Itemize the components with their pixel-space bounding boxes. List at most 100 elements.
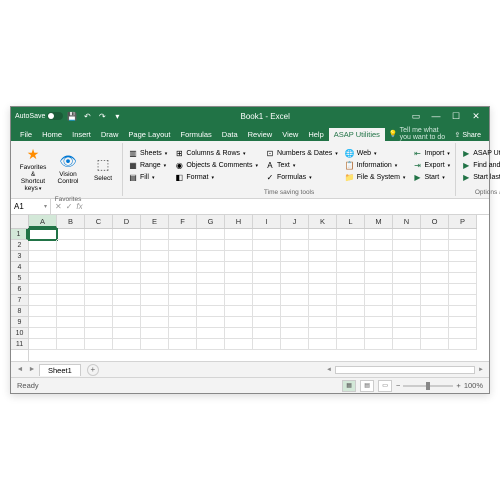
save-icon[interactable]: 💾 bbox=[66, 110, 78, 122]
cell[interactable] bbox=[309, 295, 337, 306]
column-header[interactable]: N bbox=[393, 215, 421, 228]
cell[interactable] bbox=[57, 306, 85, 317]
sheet-nav-next-icon[interactable]: ► bbox=[27, 366, 37, 373]
cell[interactable] bbox=[393, 339, 421, 350]
cell[interactable] bbox=[365, 339, 393, 350]
cell[interactable] bbox=[337, 306, 365, 317]
close-icon[interactable]: ✕ bbox=[467, 107, 485, 125]
information-button[interactable]: 📋Information▾ bbox=[343, 160, 408, 172]
tab-page-layout[interactable]: Page Layout bbox=[123, 128, 175, 141]
cell[interactable] bbox=[393, 262, 421, 273]
cell[interactable] bbox=[449, 273, 477, 284]
cell[interactable] bbox=[29, 273, 57, 284]
cell[interactable] bbox=[393, 306, 421, 317]
cell[interactable] bbox=[29, 328, 57, 339]
cell[interactable] bbox=[225, 306, 253, 317]
cell[interactable] bbox=[365, 328, 393, 339]
column-header[interactable]: K bbox=[309, 215, 337, 228]
autosave-toggle[interactable]: AutoSave bbox=[15, 112, 63, 120]
cell[interactable] bbox=[57, 229, 85, 240]
tab-home[interactable]: Home bbox=[37, 128, 67, 141]
cell[interactable] bbox=[113, 317, 141, 328]
horizontal-scrollbar[interactable] bbox=[101, 366, 485, 374]
cell[interactable] bbox=[57, 339, 85, 350]
cell[interactable] bbox=[225, 339, 253, 350]
cell[interactable] bbox=[449, 317, 477, 328]
zoom-level[interactable]: 100% bbox=[464, 381, 483, 390]
add-sheet-button[interactable]: + bbox=[87, 364, 99, 376]
row-header[interactable]: 1 bbox=[11, 229, 28, 240]
cell[interactable] bbox=[113, 240, 141, 251]
cell[interactable] bbox=[85, 295, 113, 306]
cell[interactable] bbox=[85, 328, 113, 339]
cell[interactable] bbox=[449, 284, 477, 295]
cell[interactable] bbox=[309, 273, 337, 284]
cell[interactable] bbox=[225, 295, 253, 306]
cell[interactable] bbox=[421, 251, 449, 262]
cell[interactable] bbox=[253, 229, 281, 240]
cell[interactable] bbox=[113, 295, 141, 306]
tab-insert[interactable]: Insert bbox=[67, 128, 96, 141]
cell[interactable] bbox=[169, 328, 197, 339]
cell[interactable] bbox=[253, 317, 281, 328]
objects-button[interactable]: ◉Objects & Comments▾ bbox=[172, 160, 260, 172]
cell[interactable] bbox=[393, 229, 421, 240]
cell[interactable] bbox=[113, 306, 141, 317]
find-run-button[interactable]: ▶Find and run a utility bbox=[459, 160, 500, 172]
cell[interactable] bbox=[421, 295, 449, 306]
column-header[interactable]: E bbox=[141, 215, 169, 228]
cell[interactable] bbox=[169, 295, 197, 306]
columns-rows-button[interactable]: ⊞Columns & Rows▾ bbox=[172, 148, 260, 160]
cell[interactable] bbox=[29, 295, 57, 306]
cell[interactable] bbox=[421, 262, 449, 273]
cell[interactable] bbox=[169, 306, 197, 317]
row-header[interactable]: 6 bbox=[11, 284, 28, 295]
cell[interactable] bbox=[337, 317, 365, 328]
cell[interactable] bbox=[253, 273, 281, 284]
start-button[interactable]: ▶Start▾ bbox=[410, 172, 452, 184]
row-header[interactable]: 2 bbox=[11, 240, 28, 251]
cell[interactable] bbox=[253, 306, 281, 317]
tab-formulas[interactable]: Formulas bbox=[176, 128, 217, 141]
cell[interactable] bbox=[29, 306, 57, 317]
cell[interactable] bbox=[281, 295, 309, 306]
tell-me-search[interactable]: 💡 Tell me what you want to do bbox=[389, 127, 451, 141]
cell[interactable] bbox=[365, 240, 393, 251]
cell[interactable] bbox=[141, 295, 169, 306]
cell[interactable] bbox=[421, 339, 449, 350]
cell[interactable] bbox=[449, 251, 477, 262]
cell[interactable] bbox=[449, 240, 477, 251]
column-header[interactable]: O bbox=[421, 215, 449, 228]
favorites-shortcut-button[interactable]: ★ Favorites & Shortcut keys▾ bbox=[17, 143, 49, 195]
column-header[interactable]: A bbox=[29, 215, 57, 228]
select-button[interactable]: ⬚ Select bbox=[87, 143, 119, 195]
format-button[interactable]: ◧Format▾ bbox=[172, 172, 260, 184]
tab-file[interactable]: File bbox=[15, 128, 37, 141]
cell[interactable] bbox=[169, 339, 197, 350]
cell[interactable] bbox=[337, 229, 365, 240]
cell[interactable] bbox=[309, 306, 337, 317]
cell[interactable] bbox=[29, 262, 57, 273]
cell[interactable] bbox=[449, 306, 477, 317]
page-break-view-icon[interactable]: ▭ bbox=[378, 380, 392, 392]
cell[interactable] bbox=[281, 284, 309, 295]
cell[interactable] bbox=[253, 328, 281, 339]
cell[interactable] bbox=[197, 240, 225, 251]
cell[interactable] bbox=[113, 328, 141, 339]
cell[interactable] bbox=[421, 240, 449, 251]
cell[interactable] bbox=[141, 273, 169, 284]
cell[interactable] bbox=[85, 240, 113, 251]
cell[interactable] bbox=[337, 251, 365, 262]
cell[interactable] bbox=[337, 262, 365, 273]
cell[interactable] bbox=[281, 317, 309, 328]
range-button[interactable]: ▦Range▾ bbox=[126, 160, 169, 172]
column-header[interactable]: G bbox=[197, 215, 225, 228]
cell[interactable] bbox=[225, 229, 253, 240]
cell[interactable] bbox=[449, 339, 477, 350]
row-header[interactable]: 8 bbox=[11, 306, 28, 317]
cell[interactable] bbox=[169, 229, 197, 240]
cell[interactable] bbox=[309, 240, 337, 251]
cell[interactable] bbox=[197, 262, 225, 273]
cells-area[interactable] bbox=[29, 229, 489, 361]
cell[interactable] bbox=[57, 273, 85, 284]
